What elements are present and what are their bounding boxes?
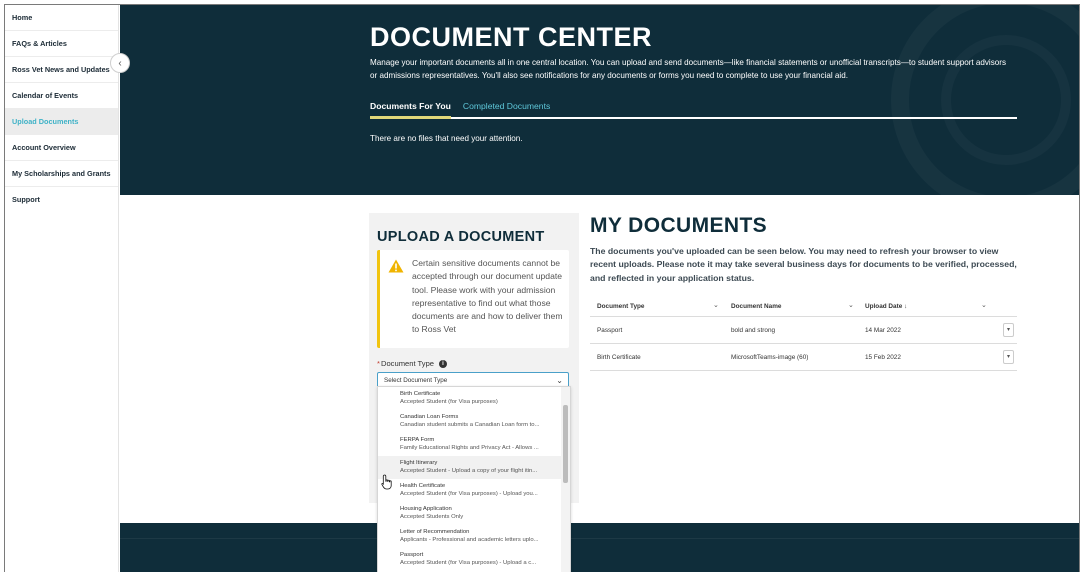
app-window: Home FAQs & Articles Ross Vet News and U… — [4, 4, 1080, 572]
row-actions-button[interactable]: ▾ — [1003, 323, 1014, 337]
table-row: Passport bold and strong 14 Mar 2022 ▾ — [590, 317, 1017, 344]
option-name: Passport — [400, 552, 424, 558]
sidebar-item-account-overview[interactable]: Account Overview — [5, 135, 118, 161]
page-description: Manage your important documents all in o… — [370, 58, 1007, 80]
document-type-label-text: Document Type — [380, 359, 435, 368]
my-documents-description: The documents you've uploaded can be see… — [590, 246, 1017, 283]
option-description: Accepted Student (for Visa purposes) - U… — [400, 491, 538, 497]
info-icon[interactable]: i — [439, 359, 448, 368]
seal-watermark-inner — [941, 35, 1071, 165]
table-row: Birth Certificate MicrosoftTeams-image (… — [590, 344, 1017, 371]
hand-cursor-icon — [381, 474, 393, 495]
chevron-left-icon: ‹ — [118, 57, 122, 69]
option-name: Housing Application — [400, 506, 452, 512]
warning-icon — [388, 259, 404, 278]
option-description: Family Educational Rights and Privacy Ac… — [400, 445, 539, 451]
dropdown-option[interactable]: Letter of Recommendation Applicants - Pr… — [378, 525, 570, 548]
warning-alert: Certain sensitive documents cannot be ac… — [377, 250, 569, 348]
page-title: DOCUMENT CENTER — [370, 22, 652, 52]
sidebar-collapse-button[interactable]: ‹ — [110, 53, 130, 73]
dropdown-option[interactable]: Birth Certificate Accepted Student (for … — [378, 387, 570, 410]
document-type-dropdown: Birth Certificate Accepted Student (for … — [377, 386, 571, 572]
sidebar-item-scholarships[interactable]: My Scholarships and Grants — [5, 161, 118, 187]
dropdown-option[interactable]: FERPA Form Family Educational Rights and… — [378, 433, 570, 456]
dropdown-option[interactable]: Health Certificate Accepted Student (for… — [378, 479, 570, 502]
table-header: Document Type ⌄ Document Name ⌄ Upload D… — [590, 297, 1017, 317]
option-name: Letter of Recommendation — [400, 529, 470, 535]
dropdown-scrollbar[interactable] — [561, 387, 570, 572]
sidebar-item-support[interactable]: Support — [5, 187, 118, 213]
sidebar-item-calendar[interactable]: Calendar of Events — [5, 83, 118, 109]
column-header-document-name[interactable]: Document Name — [731, 303, 781, 310]
option-name: Flight Itinerary — [400, 460, 438, 466]
cell-document-type: Birth Certificate — [597, 354, 641, 361]
sidebar: Home FAQs & Articles Ross Vet News and U… — [5, 5, 119, 572]
my-documents-title: MY DOCUMENTS — [590, 214, 768, 237]
sidebar-item-news[interactable]: Ross Vet News and Updates — [5, 57, 118, 83]
documents-table: Document Type ⌄ Document Name ⌄ Upload D… — [590, 297, 1017, 371]
empty-state-message: There are no files that need your attent… — [370, 134, 523, 143]
column-header-upload-date[interactable]: Upload Date ↓ — [865, 303, 907, 310]
sidebar-item-faqs[interactable]: FAQs & Articles — [5, 31, 118, 57]
sidebar-item-upload-documents[interactable]: Upload Documents — [5, 109, 118, 135]
cell-document-type: Passport — [597, 327, 623, 334]
option-description: Canadian student submits a Canadian Loan… — [400, 422, 540, 428]
sidebar-item-home[interactable]: Home — [5, 5, 118, 31]
option-name: Birth Certificate — [400, 391, 441, 397]
scrollbar-thumb[interactable] — [563, 405, 568, 483]
required-marker: * — [377, 359, 380, 368]
dropdown-option-hovered[interactable]: Flight Itinerary Accepted Student - Uplo… — [378, 456, 570, 479]
cell-document-name: bold and strong — [731, 327, 776, 334]
dropdown-option[interactable]: Canadian Loan Forms Canadian student sub… — [378, 410, 570, 433]
footer-divider — [120, 538, 1079, 539]
option-description: Applicants - Professional and academic l… — [400, 537, 539, 543]
column-header-document-type[interactable]: Document Type — [597, 303, 644, 310]
cell-document-name: MicrosoftTeams-image (60) — [731, 354, 809, 361]
chevron-down-icon[interactable]: ⌄ — [981, 301, 987, 309]
option-description: Accepted Student (for Visa purposes) — [400, 399, 498, 405]
chevron-down-icon[interactable]: ⌄ — [713, 301, 719, 309]
cell-upload-date: 15 Feb 2022 — [865, 354, 901, 361]
document-tabs: Documents For You Completed Documents — [370, 101, 1017, 119]
row-actions-button[interactable]: ▾ — [1003, 350, 1014, 364]
tab-documents-for-you[interactable]: Documents For You — [370, 101, 451, 119]
option-name: Health Certificate — [400, 483, 446, 489]
option-description: Accepted Student - Upload a copy of your… — [400, 468, 538, 474]
dropdown-option[interactable]: Passport Accepted Student (for Visa purp… — [378, 548, 570, 571]
document-type-select-value: Select Document Type — [384, 377, 448, 384]
cell-upload-date: 14 Mar 2022 — [865, 327, 901, 334]
dropdown-option[interactable]: Housing Application Accepted Students On… — [378, 502, 570, 525]
document-type-label: * Document Type i — [377, 359, 448, 368]
option-name: FERPA Form — [400, 437, 435, 443]
option-name: Canadian Loan Forms — [400, 414, 459, 420]
footer — [120, 523, 1079, 572]
option-description: Accepted Students Only — [400, 514, 464, 520]
upload-title: UPLOAD A DOCUMENT — [377, 229, 545, 245]
chevron-down-icon[interactable]: ⌄ — [848, 301, 854, 309]
tab-completed-documents[interactable]: Completed Documents — [463, 101, 550, 119]
hero-banner: DOCUMENT CENTER Manage your important do… — [120, 5, 1079, 195]
option-description: Accepted Student (for Visa purposes) - U… — [400, 560, 537, 566]
warning-text: Certain sensitive documents cannot be ac… — [412, 258, 563, 335]
